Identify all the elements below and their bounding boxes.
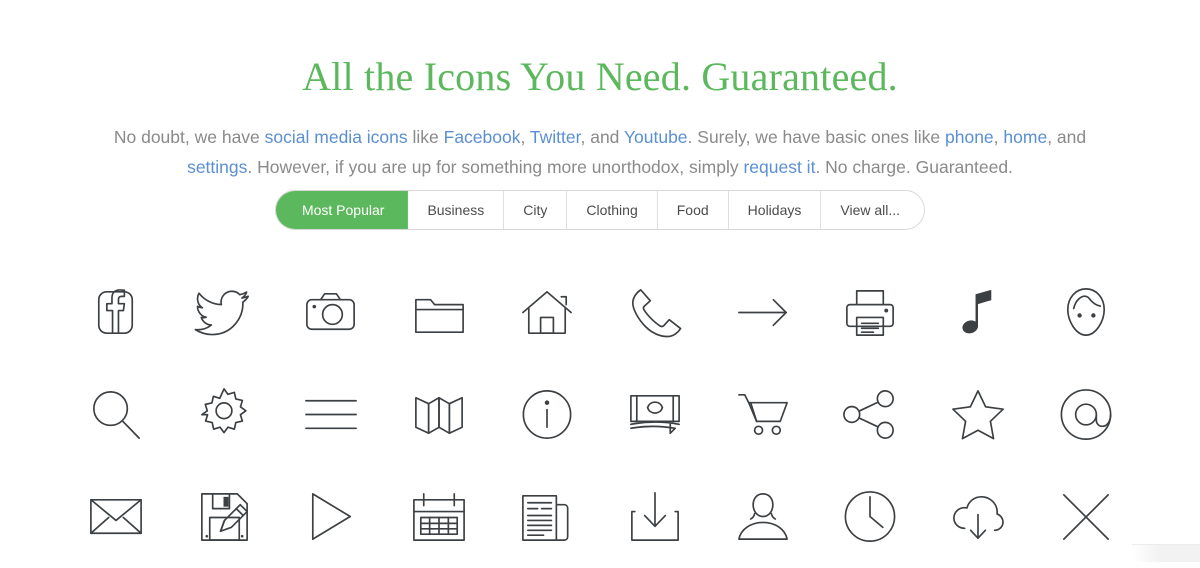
- twitter-icon: [194, 290, 249, 336]
- cloud-download-icon: [953, 495, 1005, 539]
- shopping-cart-icon: [737, 393, 788, 436]
- star-icon: [952, 390, 1005, 440]
- icon-library-page: All the Icons You Need. Guaranteed. No d…: [0, 0, 1200, 562]
- icon-cell-map[interactable]: [395, 371, 483, 459]
- facebook-icon: [97, 289, 133, 335]
- icon-cell-phone[interactable]: [611, 269, 699, 357]
- play-icon: [312, 493, 352, 540]
- subtitle-text-8: . However, if you are up for something m…: [247, 156, 744, 177]
- money-cash-icon: [629, 394, 680, 435]
- subtitle-text-2: like: [407, 126, 444, 147]
- icon-cell-shopping-cart[interactable]: [719, 371, 807, 459]
- close-x-icon: [1063, 494, 1110, 540]
- gear-icon: [200, 388, 247, 434]
- icon-cell-search[interactable]: [72, 371, 160, 459]
- camera-icon: [306, 292, 356, 331]
- phone-icon: [631, 289, 682, 338]
- icon-cell-share[interactable]: [826, 371, 914, 459]
- icon-cell-music-note[interactable]: [934, 269, 1022, 357]
- share-icon: [843, 390, 895, 439]
- link-social-media-icons[interactable]: social media icons: [265, 127, 408, 147]
- icon-cell-camera[interactable]: [287, 269, 375, 357]
- icon-cell-face-avatar[interactable]: [1042, 269, 1130, 357]
- link-request-it[interactable]: request it: [743, 157, 815, 177]
- clock-icon: [845, 491, 896, 542]
- icon-cell-arrow-right[interactable]: [719, 269, 807, 357]
- icon-cell-at-sign[interactable]: [1042, 371, 1130, 459]
- page-subtitle: No doubt, we have social media icons lik…: [85, 122, 1115, 182]
- hamburger-menu-icon: [305, 399, 358, 430]
- icon-cell-cloud-download[interactable]: [934, 473, 1022, 561]
- calendar-icon: [413, 493, 466, 541]
- tab-label: Most Popular: [301, 202, 385, 218]
- tab-clothing[interactable]: Clothing: [567, 191, 658, 229]
- icon-cell-play[interactable]: [287, 473, 375, 561]
- icon-cell-home[interactable]: [503, 269, 591, 357]
- subtitle-text-4: , and: [580, 126, 624, 147]
- tab-label: City: [523, 202, 548, 218]
- page-title: All the Icons You Need. Guaranteed.: [302, 53, 898, 99]
- printer-icon: [846, 290, 895, 336]
- icon-cell-user[interactable]: [719, 473, 807, 561]
- tab-label: Food: [676, 202, 709, 218]
- link-twitter[interactable]: Twitter: [530, 127, 581, 147]
- folder-icon: [415, 298, 465, 334]
- icon-cell-envelope[interactable]: [72, 473, 160, 561]
- tab-food[interactable]: Food: [657, 191, 729, 229]
- search-icon: [92, 391, 140, 439]
- icon-cell-star[interactable]: [934, 371, 1022, 459]
- tab-label: View all...: [840, 202, 901, 218]
- icon-cell-close-x[interactable]: [1042, 473, 1130, 561]
- user-icon: [737, 493, 788, 540]
- icon-cell-folder[interactable]: [395, 269, 483, 357]
- icon-cell-gear[interactable]: [180, 371, 268, 459]
- info-icon: [522, 390, 572, 439]
- at-sign-icon: [1060, 389, 1112, 440]
- bottom-panel-edge: [1132, 544, 1200, 562]
- map-icon: [415, 396, 464, 435]
- subtitle-text-9: . No charge. Guaranteed.: [815, 156, 1013, 177]
- newspaper-icon: [522, 495, 569, 541]
- category-tabs: Most Popular Business City Clothing Food Holi…: [274, 190, 926, 230]
- icon-cell-twitter[interactable]: [180, 269, 268, 357]
- subtitle-text-6: ,: [993, 126, 1004, 147]
- music-note-icon: [962, 289, 992, 334]
- icon-cell-money-cash[interactable]: [611, 371, 699, 459]
- link-facebook[interactable]: Facebook: [444, 127, 521, 147]
- icon-cell-printer[interactable]: [826, 269, 914, 357]
- icon-cell-facebook[interactable]: [72, 269, 160, 357]
- icon-cell-hamburger-menu[interactable]: [287, 371, 375, 459]
- tab-label: Business: [427, 202, 485, 218]
- floppy-disk-edit-icon: [200, 493, 248, 541]
- subtitle-text-7: , and: [1047, 126, 1087, 147]
- tab-label: Clothing: [586, 202, 638, 218]
- tab-holidays[interactable]: Holidays: [728, 191, 822, 229]
- tab-business[interactable]: Business: [408, 191, 505, 229]
- envelope-icon: [89, 498, 142, 535]
- subtitle-text-3: ,: [520, 126, 530, 147]
- link-settings[interactable]: settings: [187, 157, 247, 177]
- link-home[interactable]: home: [1003, 127, 1047, 147]
- icon-cell-floppy-disk-edit[interactable]: [180, 473, 268, 561]
- subtitle-text-5: . Surely, we have basic ones like: [687, 126, 945, 147]
- tab-most-popular[interactable]: Most Popular: [275, 191, 409, 229]
- icon-cell-clock[interactable]: [826, 473, 914, 561]
- home-icon: [522, 291, 573, 335]
- link-phone[interactable]: phone: [945, 127, 994, 147]
- icon-grid: [62, 262, 1140, 568]
- icon-cell-newspaper[interactable]: [503, 473, 591, 561]
- icon-cell-calendar[interactable]: [395, 473, 483, 561]
- link-youtube[interactable]: Youtube: [624, 127, 688, 147]
- face-avatar-icon: [1067, 288, 1106, 336]
- subtitle-text-1: No doubt, we have: [113, 126, 265, 147]
- arrow-right-icon: [737, 298, 787, 327]
- icon-cell-info[interactable]: [503, 371, 591, 459]
- download-icon: [630, 492, 679, 541]
- tab-label: Holidays: [747, 202, 802, 218]
- tab-city[interactable]: City: [504, 191, 568, 229]
- tab-view-all[interactable]: View all...: [821, 191, 925, 229]
- icon-cell-download[interactable]: [611, 473, 699, 561]
